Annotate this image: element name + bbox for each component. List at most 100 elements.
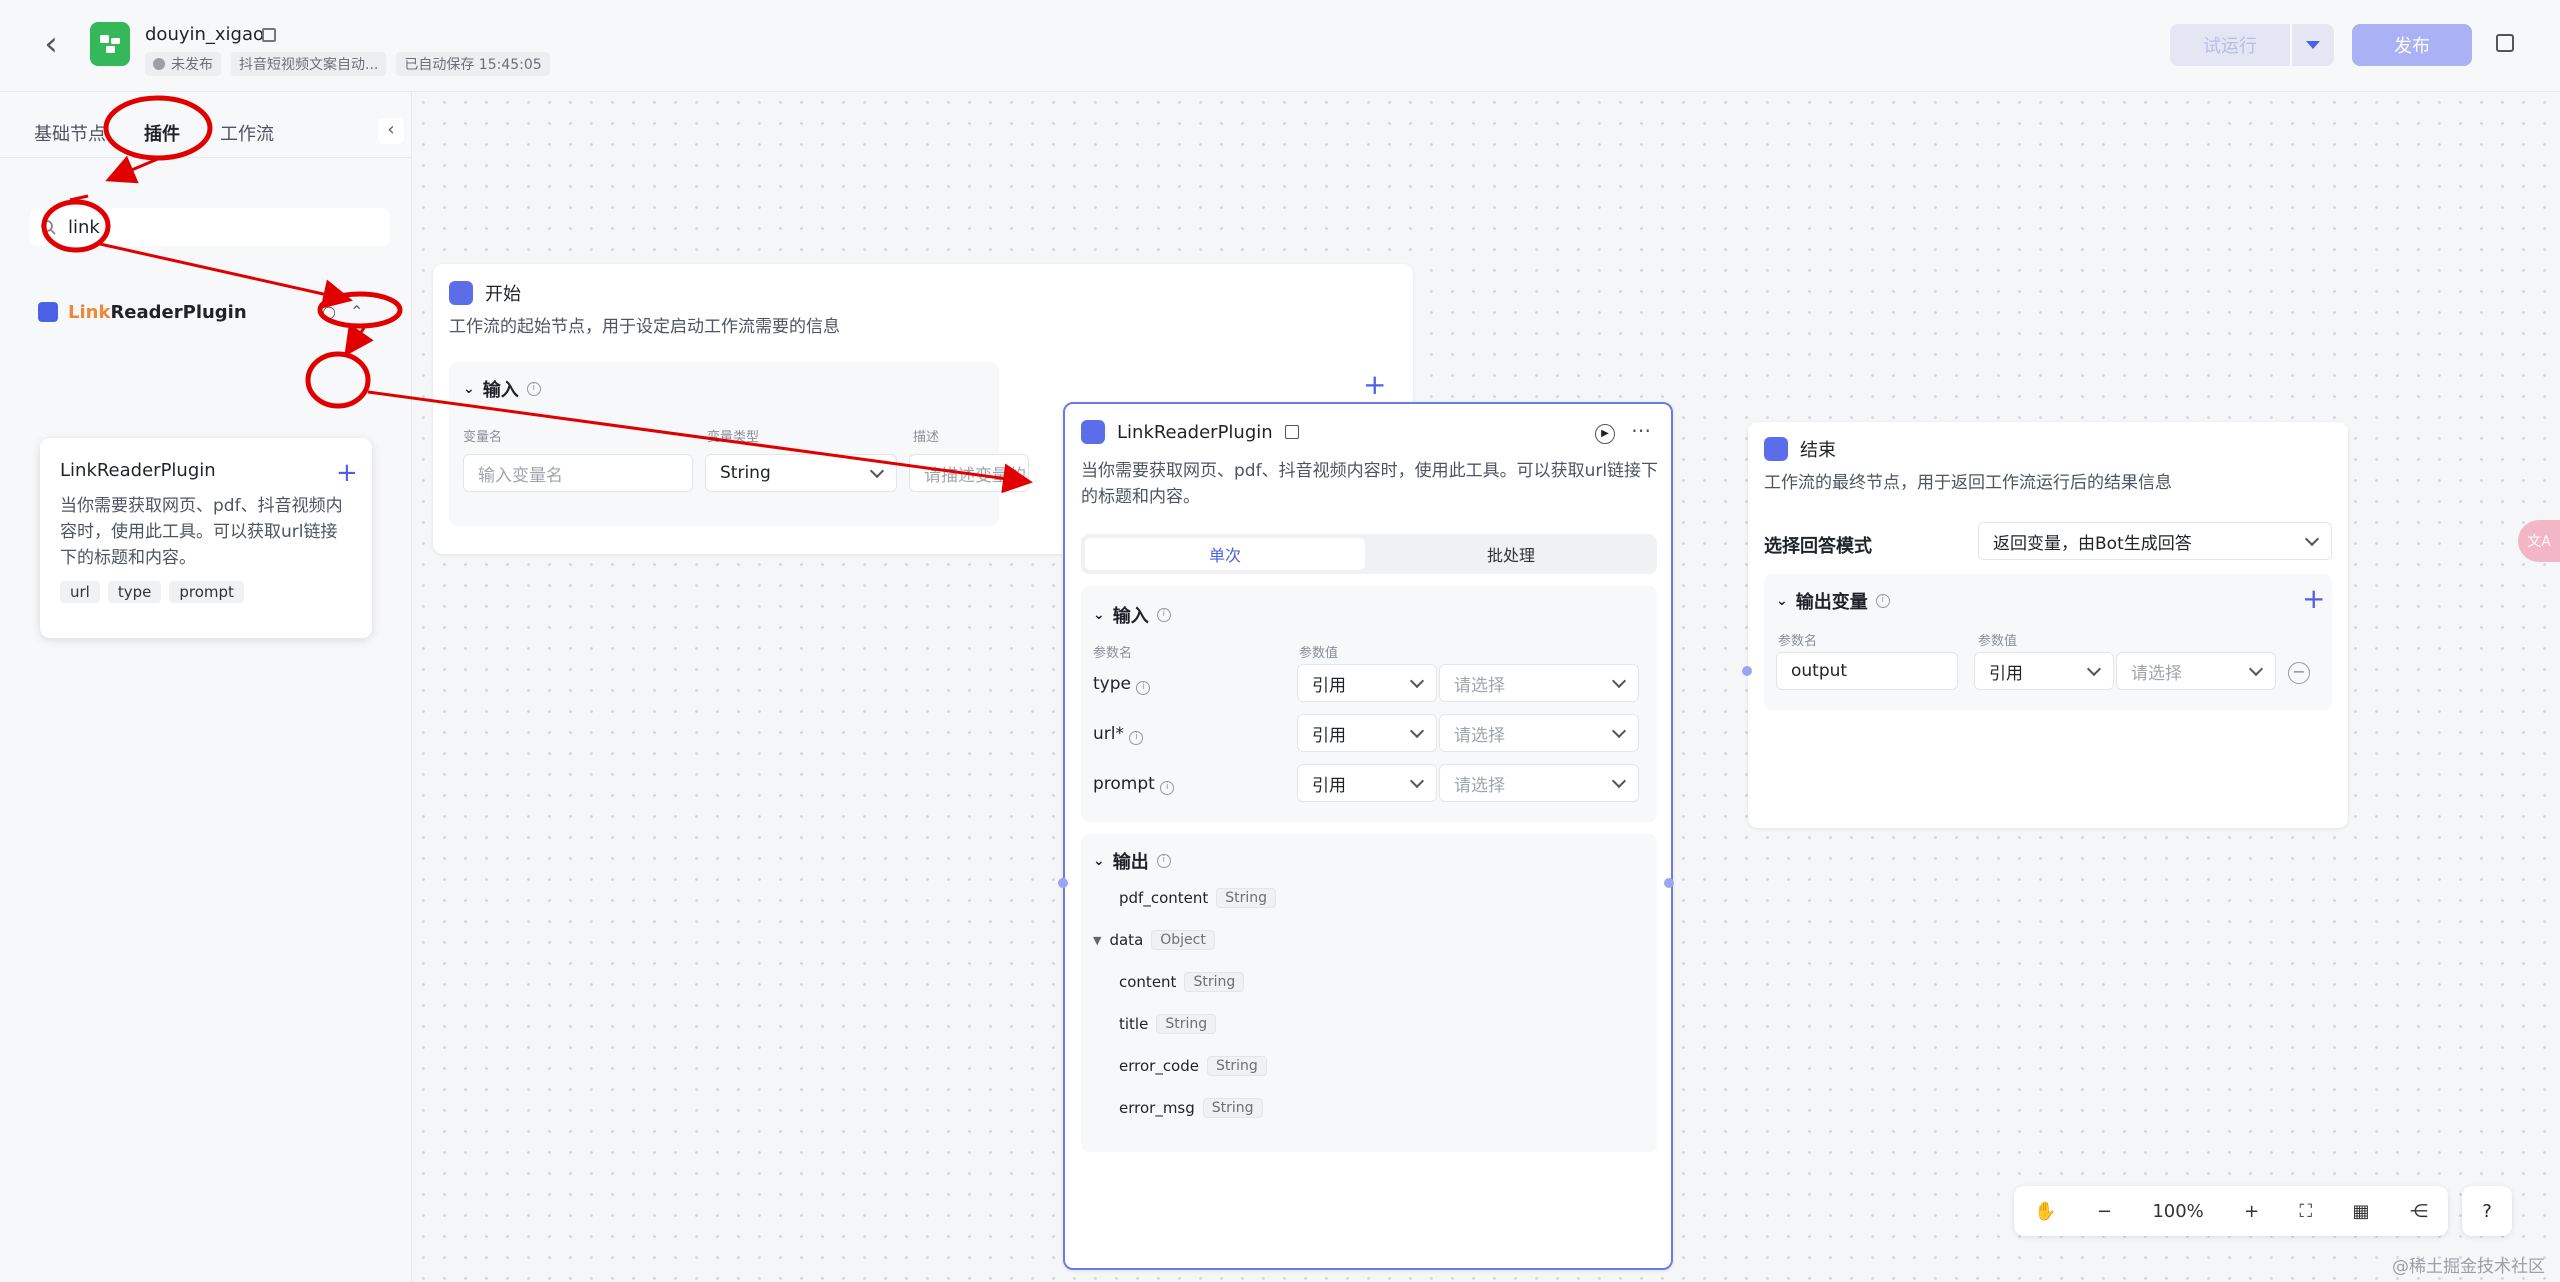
plugin-node-output-port[interactable] — [1664, 878, 1674, 888]
param-source-value: 引用 — [1312, 675, 1346, 696]
add-input-icon[interactable]: + — [1363, 371, 1386, 399]
translate-float-icon[interactable]: 文A — [2518, 520, 2560, 562]
tool-name: LinkReaderPlugin — [60, 460, 216, 481]
col-param-label: 参数名 — [1778, 634, 1818, 649]
param-source-select[interactable]: 引用 — [1297, 664, 1437, 702]
zoom-in-icon[interactable]: + — [2244, 1201, 2259, 1222]
output-var-name-input[interactable]: output — [1776, 652, 1958, 690]
zoom-level[interactable]: 100% — [2152, 1201, 2203, 1222]
col-value-label: 参数值 — [1299, 646, 1339, 661]
output-source-select[interactable]: 引用 — [1974, 652, 2114, 690]
info-icon: i — [1156, 854, 1171, 868]
back-arrow-icon[interactable]: ‹ — [36, 27, 66, 61]
chevron-down-icon — [1409, 773, 1425, 789]
test-run-button[interactable]: 试运行 — [2170, 24, 2290, 66]
info-icon[interactable]: ○ — [322, 302, 336, 321]
param-value-select[interactable]: 请选择 — [1439, 714, 1639, 752]
param-value-select[interactable]: 请选择 — [1439, 664, 1639, 702]
answer-mode-select[interactable]: 返回变量，由Bot生成回答 — [1978, 522, 2332, 560]
col-param-label: 参数名 — [1093, 646, 1133, 661]
var-type-select[interactable]: String — [705, 454, 897, 492]
end-output-title[interactable]: ⌄ 输出变量 i — [1776, 588, 1890, 614]
run-icon[interactable]: ▶ — [1595, 424, 1615, 444]
more-icon[interactable]: ⋯ — [1631, 418, 1651, 442]
tab-plugins[interactable]: 插件 — [144, 120, 180, 146]
param-tag: prompt — [169, 581, 244, 603]
param-name-text: type — [1093, 674, 1131, 694]
param-name-text: prompt — [1093, 774, 1155, 794]
chevron-down-icon: ⌄ — [463, 381, 475, 397]
var-desc-input[interactable]: 请描述变量的用途 — [909, 454, 1029, 492]
plugin-icon — [38, 302, 58, 322]
plugin-node-input-port[interactable] — [1058, 878, 1068, 888]
output-field-name: title — [1119, 1015, 1149, 1033]
param-source-select[interactable]: 引用 — [1297, 764, 1437, 802]
plugin-input-title[interactable]: ⌄ 输入 i — [1093, 602, 1171, 628]
plugin-name: LinkReaderPlugin — [68, 302, 247, 323]
chevron-down-icon — [1409, 723, 1425, 739]
end-node[interactable]: 结束 工作流的最终节点，用于返回工作流运行后的结果信息 选择回答模式 返回变量，… — [1742, 422, 2348, 828]
param-value-text: 请选择 — [1454, 775, 1505, 796]
param-source-select[interactable]: 引用 — [1297, 714, 1437, 752]
tab-basic-nodes[interactable]: 基础节点 — [34, 120, 106, 146]
top-bar: ‹ douyin_xigao 未发布 抖音短视频文案自动... 已自动保存 15… — [0, 0, 2560, 92]
edit-icon[interactable] — [262, 28, 276, 42]
output-field[interactable]: ▼ data Object — [1093, 930, 1215, 950]
info-icon: i — [1160, 781, 1175, 795]
add-tool-icon[interactable]: + — [336, 460, 358, 486]
input-title-text: 输入 — [482, 380, 519, 401]
mode-single-tab[interactable]: 单次 — [1085, 538, 1365, 570]
remove-output-icon[interactable]: − — [2288, 662, 2310, 684]
tab-workflows[interactable]: 工作流 — [220, 120, 274, 146]
auto-layout-icon[interactable]: ⋲ — [2410, 1201, 2428, 1222]
fit-view-icon[interactable]: ⛶ — [2300, 1201, 2313, 1222]
plugin-node[interactable]: LinkReaderPlugin ▶ ⋯ 当你需要获取网页、pdf、抖音视频内容… — [1058, 402, 1674, 1270]
help-icon[interactable]: ? — [2462, 1186, 2512, 1236]
workflow-canvas[interactable]: 开始 工作流的起始节点，用于设定启动工作流需要的信息 ⌄ 输入 i 变量名 变量… — [413, 92, 2560, 1282]
window-toggle-icon[interactable] — [2496, 34, 2514, 52]
param-value-select[interactable]: 请选择 — [1439, 764, 1639, 802]
var-type-value: String — [720, 463, 771, 483]
publish-button[interactable]: 发布 — [2352, 24, 2472, 66]
output-field-type: String — [1156, 1014, 1217, 1034]
test-run-dropdown[interactable] — [2292, 24, 2334, 66]
col-desc-label: 描述 — [913, 430, 940, 445]
start-input-title[interactable]: ⌄ 输入 i — [463, 376, 541, 402]
output-field: pdf_content String — [1119, 888, 1277, 908]
plugin-input-section: ⌄ 输入 i 参数名 参数值 type i 引用 请选择 url* i 引用 请… — [1081, 586, 1657, 822]
answer-mode-label: 选择回答模式 — [1764, 536, 1872, 557]
tool-card[interactable]: LinkReaderPlugin + 当你需要获取网页、pdf、抖音视频内容时，… — [40, 438, 372, 638]
output-field: title String — [1119, 1014, 1217, 1034]
plugin-output-section: ⌄ 输出 i pdf_content String ▼ data Object con… — [1081, 834, 1657, 1152]
plugin-search-box[interactable] — [30, 208, 390, 246]
chevron-down-icon — [2086, 661, 2102, 677]
chevron-down-icon — [2248, 661, 2264, 677]
app-meta: 未发布 抖音短视频文案自动... 已自动保存 15:45:05 — [145, 52, 550, 76]
end-node-header: 结束 — [1764, 436, 1836, 462]
sidebar: 基础节点 插件 工作流 ‹ LinkReaderPlugin ○ ⌃ LinkR… — [0, 92, 412, 1282]
plugin-row-actions: ○ ⌃ — [322, 302, 363, 321]
chevron-up-icon[interactable]: ⌃ — [350, 302, 363, 321]
zoom-out-icon[interactable]: − — [2097, 1201, 2112, 1222]
chevron-down-icon — [869, 463, 885, 479]
start-node-header: 开始 — [449, 280, 521, 306]
plugin-node-icon — [1081, 420, 1105, 444]
caret-down-icon — [2306, 41, 2320, 49]
grid-layout-icon[interactable]: ▦ — [2352, 1201, 2369, 1222]
var-name-input[interactable]: 输入变量名 — [463, 454, 693, 492]
doc-icon[interactable] — [1284, 425, 1299, 439]
input-title-text: 输入 — [1112, 606, 1149, 627]
output-field-type: String — [1207, 1056, 1267, 1076]
zoom-toolbar: ✋ − 100% + ⛶ ▦ ⋲ — [2014, 1186, 2448, 1236]
collapse-sidebar-icon[interactable]: ‹ — [378, 118, 404, 144]
mode-switch: 单次 批处理 — [1081, 534, 1657, 574]
end-node-port[interactable] — [1742, 666, 1752, 676]
caret-down-icon: ▼ — [1093, 933, 1102, 947]
output-value-select[interactable]: 请选择 — [2116, 652, 2276, 690]
plugin-output-title[interactable]: ⌄ 输出 i — [1093, 848, 1171, 874]
search-input[interactable] — [66, 215, 366, 239]
mode-batch-tab[interactable]: 批处理 — [1371, 538, 1651, 570]
chevron-down-icon — [1611, 773, 1627, 789]
hand-tool-icon[interactable]: ✋ — [2034, 1201, 2056, 1222]
add-output-icon[interactable]: + — [2302, 585, 2325, 613]
